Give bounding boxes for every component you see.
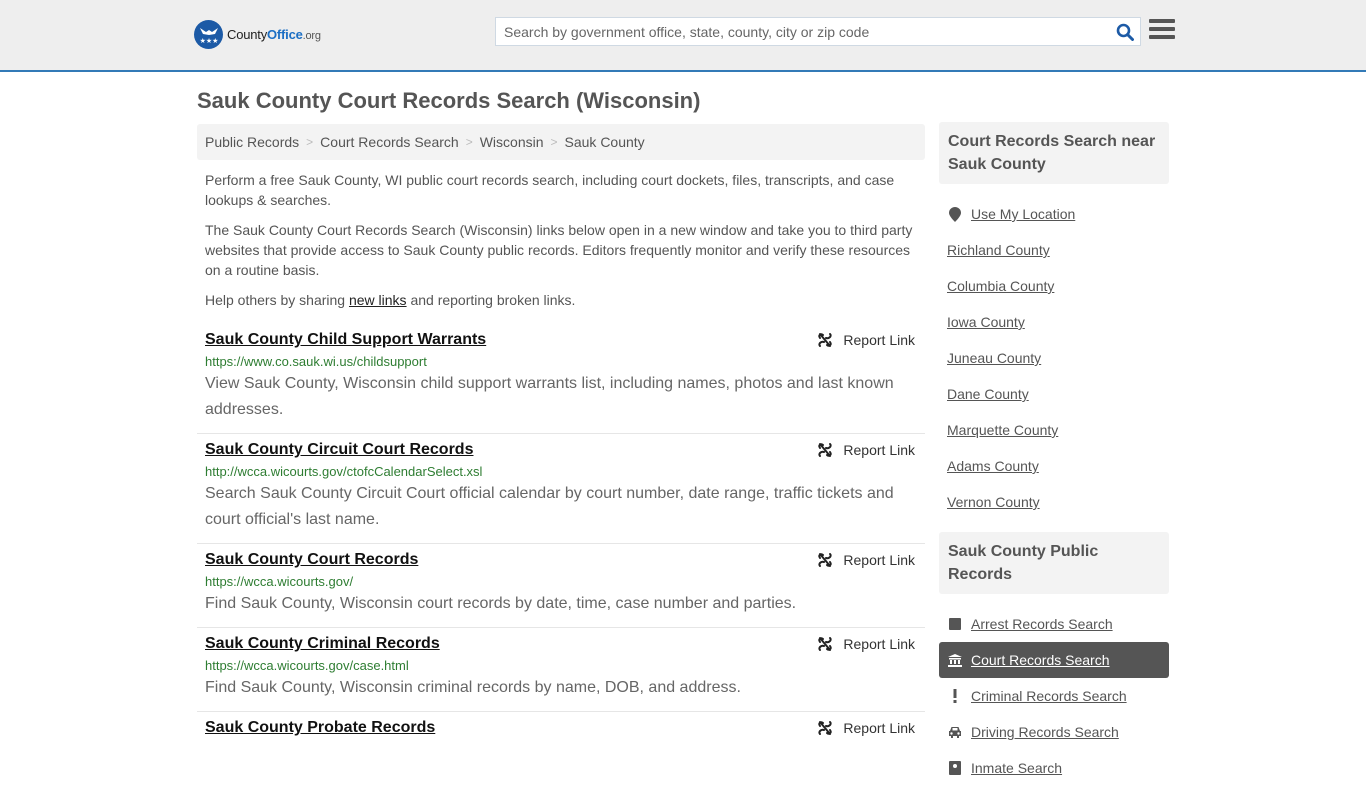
svg-text:★★★: ★★★ [199, 37, 218, 45]
result-title-link[interactable]: Sauk County Probate Records [205, 718, 435, 738]
result-url: https://wcca.wicourts.gov/ [205, 574, 354, 589]
exclamation-icon [947, 689, 963, 703]
breadcrumb-court-records-search[interactable]: Court Records Search [320, 134, 459, 150]
result-description: Find Sauk County, Wisconsin court record… [205, 595, 797, 612]
county-link[interactable]: Vernon County [947, 494, 1040, 510]
inmate-icon [947, 761, 963, 775]
nearby-county-item[interactable]: Columbia County [939, 268, 1169, 304]
sidebar-item-criminal-records[interactable]: Criminal Records Search [939, 678, 1169, 714]
nearby-heading: Court Records Search near Sauk County [939, 122, 1169, 184]
broken-link-icon [818, 443, 833, 457]
page-title: Sauk County Court Records Search (Wiscon… [197, 88, 701, 113]
county-link[interactable]: Dane County [947, 386, 1029, 402]
logo-text: CountyOffice.org [227, 27, 321, 42]
result-title-link[interactable]: Sauk County Circuit Court Records [205, 440, 473, 460]
result-description: Search Sauk County Circuit Court officia… [205, 485, 894, 528]
result-description: Find Sauk County, Wisconsin criminal rec… [205, 679, 741, 696]
map-marker-icon [947, 206, 963, 222]
result-item: Sauk County Criminal Records Report Link… [197, 628, 925, 712]
search-bar [495, 17, 1141, 46]
nearby-county-item[interactable]: Juneau County [939, 340, 1169, 376]
result-url: https://wcca.wicourts.gov/case.html [205, 658, 409, 673]
sidebar-item-inmate-search[interactable]: Inmate Search [939, 750, 1169, 786]
intro-paragraph-2: The Sauk County Court Records Search (Wi… [205, 222, 913, 278]
broken-link-icon [818, 553, 833, 567]
sidebar-item-court-records[interactable]: Court Records Search [939, 642, 1169, 678]
sidebar-item-label[interactable]: Criminal Records Search [971, 688, 1127, 704]
hamburger-menu-icon[interactable] [1149, 19, 1175, 43]
result-url: https://www.co.sauk.wi.us/childsupport [205, 354, 427, 369]
public-records-list: Arrest Records Search Court Records Sear… [939, 594, 1169, 796]
square-icon [947, 618, 963, 630]
report-link-button[interactable]: Report Link [817, 720, 915, 736]
new-links-link[interactable]: new links [349, 292, 407, 308]
county-link[interactable]: Juneau County [947, 350, 1041, 366]
nearby-county-item[interactable]: Iowa County [939, 304, 1169, 340]
eagle-logo-icon: ★★★ [194, 20, 223, 49]
site-logo[interactable]: ★★★ CountyOffice.org [194, 20, 321, 49]
broken-link-icon [818, 333, 833, 347]
sidebar-item-arrest-records[interactable]: Arrest Records Search [939, 606, 1169, 642]
intro-text: Perform a free Sauk County, WI public co… [205, 170, 920, 320]
result-item: Sauk County Probate Records Report Link [197, 712, 925, 748]
breadcrumb: Public Records > Court Records Search > … [197, 124, 925, 160]
sidebar: Court Records Search near Sauk County Us… [939, 122, 1169, 796]
report-link-button[interactable]: Report Link [817, 332, 915, 348]
nearby-county-item[interactable]: Marquette County [939, 412, 1169, 448]
sidebar-item-label[interactable]: Driving Records Search [971, 724, 1119, 740]
search-icon [1116, 23, 1134, 41]
result-title-link[interactable]: Sauk County Court Records [205, 550, 418, 570]
breadcrumb-wisconsin[interactable]: Wisconsin [480, 134, 544, 150]
courthouse-icon [947, 653, 963, 667]
results-list: Sauk County Child Support Warrants Repor… [197, 324, 925, 748]
nearby-county-item[interactable]: Adams County [939, 448, 1169, 484]
result-url: http://wcca.wicourts.gov/ctofcCalendarSe… [205, 464, 483, 479]
nearby-county-item[interactable]: Dane County [939, 376, 1169, 412]
nearby-list: Use My Location Richland County Columbia… [939, 184, 1169, 530]
report-link-button[interactable]: Report Link [817, 552, 915, 568]
broken-link-icon [818, 637, 833, 651]
result-item: Sauk County Child Support Warrants Repor… [197, 324, 925, 434]
county-link[interactable]: Richland County [947, 242, 1050, 258]
county-link[interactable]: Columbia County [947, 278, 1054, 294]
result-item: Sauk County Circuit Court Records Report… [197, 434, 925, 544]
result-item: Sauk County Court Records Report Link ht… [197, 544, 925, 628]
search-button[interactable] [1110, 18, 1140, 45]
sidebar-item-driving-records[interactable]: Driving Records Search [939, 714, 1169, 750]
report-link-button[interactable]: Report Link [817, 442, 915, 458]
intro-paragraph-3: Help others by sharing new links and rep… [205, 292, 576, 308]
car-icon [947, 726, 963, 738]
result-description: View Sauk County, Wisconsin child suppor… [205, 375, 894, 418]
nearby-county-item[interactable]: Vernon County [939, 484, 1169, 520]
search-input[interactable] [496, 18, 1110, 45]
result-title-link[interactable]: Sauk County Child Support Warrants [205, 330, 486, 350]
breadcrumb-sauk-county[interactable]: Sauk County [565, 134, 645, 150]
breadcrumb-separator: > [465, 135, 473, 149]
intro-paragraph-1: Perform a free Sauk County, WI public co… [205, 172, 895, 208]
breadcrumb-separator: > [306, 135, 314, 149]
public-records-heading: Sauk County Public Records [939, 532, 1169, 594]
use-my-location-link[interactable]: Use My Location [971, 206, 1075, 222]
sidebar-item-label[interactable]: Arrest Records Search [971, 616, 1113, 632]
sidebar-item-label[interactable]: Inmate Search [971, 760, 1062, 776]
broken-link-icon [818, 721, 833, 735]
site-header: ★★★ CountyOffice.org [0, 0, 1366, 72]
county-link[interactable]: Adams County [947, 458, 1039, 474]
use-my-location-item[interactable]: Use My Location [939, 196, 1169, 232]
sidebar-item-label[interactable]: Court Records Search [971, 652, 1110, 668]
county-link[interactable]: Iowa County [947, 314, 1025, 330]
breadcrumb-separator: > [550, 135, 558, 149]
report-link-button[interactable]: Report Link [817, 636, 915, 652]
result-title-link[interactable]: Sauk County Criminal Records [205, 634, 440, 654]
nearby-county-item[interactable]: Richland County [939, 232, 1169, 268]
county-link[interactable]: Marquette County [947, 422, 1058, 438]
breadcrumb-public-records[interactable]: Public Records [205, 134, 299, 150]
